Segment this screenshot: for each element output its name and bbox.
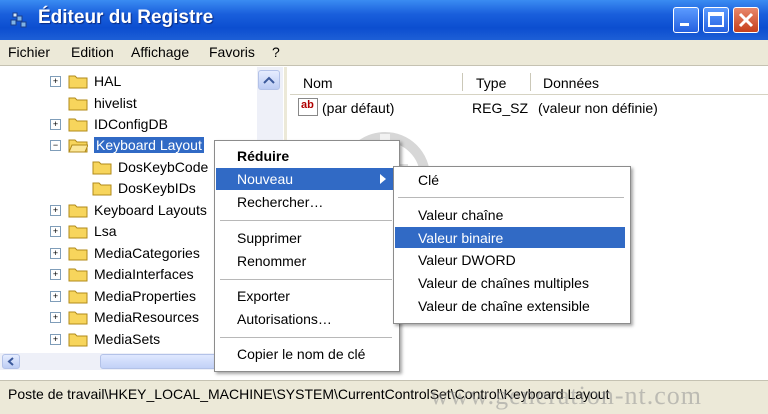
chevron-up-icon xyxy=(263,76,275,84)
tree-node-label: MediaCategories xyxy=(94,245,200,261)
menu-affichage[interactable]: Affichage xyxy=(131,44,189,60)
menu-item-nouveau[interactable]: Nouveau xyxy=(237,171,293,187)
menu-item-reduire[interactable]: Réduire xyxy=(237,148,289,164)
close-icon xyxy=(738,12,754,28)
minimize-button[interactable] xyxy=(673,7,699,33)
menu-bar xyxy=(0,40,768,66)
expand-icon[interactable]: + xyxy=(50,312,61,323)
column-header-donnees[interactable]: Données xyxy=(543,75,599,91)
window-title: Éditeur du Registre xyxy=(38,7,214,28)
submenu-item-valeur-binaire[interactable]: Valeur binaire xyxy=(418,230,503,246)
folder-icon xyxy=(68,247,88,261)
folder-icon xyxy=(68,311,88,325)
maximize-button[interactable] xyxy=(703,7,729,33)
tree-node-label: DosKeybCode xyxy=(118,159,209,175)
menu-item-autorisations[interactable]: Autorisations… xyxy=(237,311,332,327)
folder-icon xyxy=(68,333,88,347)
expand-icon[interactable]: + xyxy=(50,248,61,259)
folder-icon xyxy=(68,97,88,111)
folder-icon xyxy=(68,225,88,239)
menu-item-exporter[interactable]: Exporter xyxy=(237,288,290,304)
tree-node[interactable]: + HAL xyxy=(0,71,260,93)
string-value-icon: ab xyxy=(298,98,318,116)
menu-item-supprimer[interactable]: Supprimer xyxy=(237,230,302,246)
tree-node-label: DosKeybIDs xyxy=(118,180,196,196)
expand-icon[interactable]: + xyxy=(50,269,61,280)
open-folder-icon xyxy=(68,139,88,153)
submenu-item-valeur-chaine-extensible[interactable]: Valeur de chaîne extensible xyxy=(418,298,590,314)
value-type: REG_SZ xyxy=(472,100,529,116)
list-header xyxy=(290,72,768,95)
expand-icon[interactable]: + xyxy=(50,291,61,302)
tree-node-label: hivelist xyxy=(94,95,137,111)
menu-item-renommer[interactable]: Renommer xyxy=(237,253,306,269)
menu-separator xyxy=(220,279,392,280)
close-button[interactable] xyxy=(733,7,759,33)
submenu-arrow-icon xyxy=(380,174,386,184)
value-name[interactable]: (par défaut) xyxy=(322,100,394,116)
chevron-left-icon xyxy=(7,357,14,366)
horizontal-scroll-thumb[interactable] xyxy=(100,354,220,369)
submenu-item-valeur-dword[interactable]: Valeur DWORD xyxy=(418,252,516,268)
expand-icon[interactable]: + xyxy=(50,76,61,87)
site-watermark: www.generation-nt.com xyxy=(430,381,703,410)
scroll-up-button[interactable] xyxy=(258,70,280,90)
tree-node-label: HAL xyxy=(94,73,122,89)
tree-node-label: Lsa xyxy=(94,223,117,239)
folder-icon xyxy=(68,204,88,218)
menu-edition[interactable]: Edition xyxy=(71,44,114,60)
folder-icon xyxy=(92,182,112,196)
menu-favoris[interactable]: Favoris xyxy=(209,44,255,60)
tree-node-label: IDConfigDB xyxy=(94,116,168,132)
tree-node-label: MediaInterfaces xyxy=(94,266,194,282)
column-header-type[interactable]: Type xyxy=(476,75,506,91)
menu-fichier[interactable]: Fichier xyxy=(8,44,50,60)
scroll-left-button[interactable] xyxy=(2,354,20,369)
expand-icon[interactable]: + xyxy=(50,334,61,345)
registry-editor-icon xyxy=(10,12,27,28)
tree-node-label: MediaSets xyxy=(94,331,161,347)
folder-icon xyxy=(68,290,88,304)
submenu-item-cle[interactable]: Clé xyxy=(418,172,439,188)
expand-icon[interactable]: + xyxy=(50,205,61,216)
minimize-icon xyxy=(680,23,689,26)
folder-icon xyxy=(68,75,88,89)
tree-node-label: MediaProperties xyxy=(94,288,196,304)
column-separator[interactable] xyxy=(462,73,463,91)
submenu-item-valeur-chaine[interactable]: Valeur chaîne xyxy=(418,207,503,223)
tree-node-label: Keyboard Layouts xyxy=(94,202,207,218)
column-separator[interactable] xyxy=(530,73,531,91)
menu-separator xyxy=(220,337,392,338)
tree-node-label: Keyboard Layout xyxy=(94,137,204,153)
tree-node-label: MediaResources xyxy=(94,309,200,325)
menu-separator xyxy=(220,220,392,221)
maximize-icon xyxy=(708,12,724,27)
value-data: (valeur non définie) xyxy=(538,100,658,116)
submenu-item-valeur-chaines-multiples[interactable]: Valeur de chaînes multiples xyxy=(418,275,589,291)
tree-node[interactable]: + IDConfigDB xyxy=(0,114,260,136)
menu-item-rechercher[interactable]: Rechercher… xyxy=(237,194,323,210)
menu-separator xyxy=(398,197,624,198)
folder-icon xyxy=(68,268,88,282)
column-header-nom[interactable]: Nom xyxy=(303,75,333,91)
folder-icon xyxy=(92,161,112,175)
expand-icon[interactable]: + xyxy=(50,119,61,130)
collapse-icon[interactable]: − xyxy=(50,140,61,151)
menu-item-copier-nom-cle[interactable]: Copier le nom de clé xyxy=(237,346,365,362)
menu-help[interactable]: ? xyxy=(272,44,280,60)
tree-node[interactable]: hivelist xyxy=(0,93,260,115)
folder-icon xyxy=(68,118,88,132)
expand-icon[interactable]: + xyxy=(50,226,61,237)
